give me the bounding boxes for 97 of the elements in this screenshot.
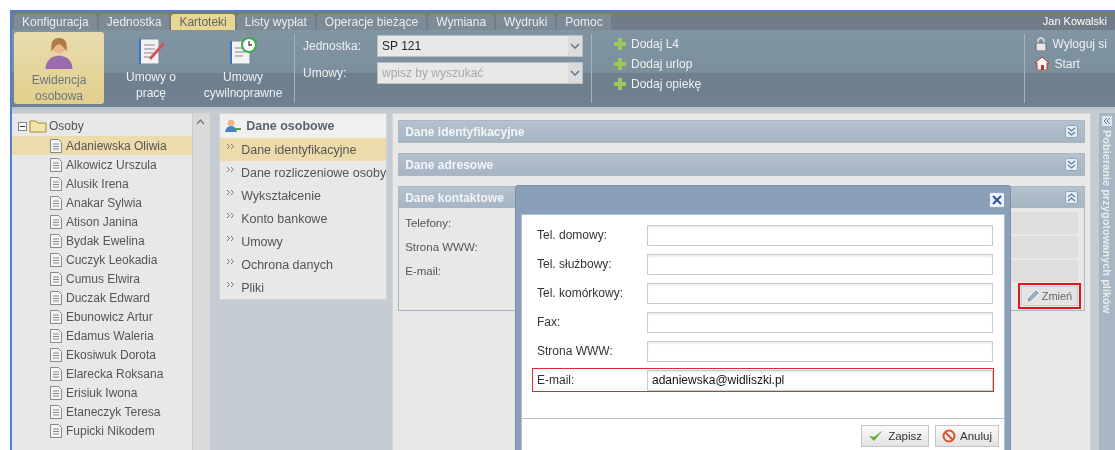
file-icon: [50, 195, 62, 210]
input-field[interactable]: [647, 311, 993, 333]
chevron-icon: [226, 143, 236, 150]
file-icon: [50, 233, 62, 248]
file-icon: [50, 290, 62, 305]
file-icon: [50, 214, 62, 229]
close-button[interactable]: [989, 192, 1005, 208]
field-label: Telefony:: [405, 217, 453, 229]
lock-icon: [1035, 36, 1048, 51]
nav-item[interactable]: Wykształcenie: [220, 184, 387, 207]
tree-item[interactable]: Erisiuk Iwona: [12, 383, 193, 402]
field-label: Strona WWW:: [536, 344, 614, 358]
user-card-icon: [225, 119, 242, 133]
file-icon: [50, 328, 62, 343]
tree-item[interactable]: Etaneczyk Teresa: [12, 402, 193, 421]
field-label: E-mail:: [536, 373, 576, 387]
field-label: Tel. komórkowy:: [536, 286, 625, 300]
nav-item[interactable]: Umowy: [220, 230, 387, 253]
chevron-icon: [226, 189, 236, 196]
plus-icon: [614, 57, 626, 70]
file-icon: [50, 366, 62, 381]
tree-item[interactable]: Ebunowicz Artur: [12, 307, 193, 326]
tree-item[interactable]: Adaniewska Oliwia: [12, 136, 193, 155]
field-label: Strona WWW:: [405, 241, 479, 253]
save-button[interactable]: Zapisz: [861, 425, 930, 447]
input-field[interactable]: SP 121: [378, 36, 568, 56]
field-label: E-mail:: [405, 265, 442, 277]
nav-item[interactable]: Konto bankowe: [220, 207, 387, 230]
tree-item[interactable]: Bydak Ewelina: [12, 231, 193, 250]
edit-button[interactable]: Zmień: [1020, 286, 1079, 306]
plus-icon: [614, 37, 626, 50]
chevron-icon: [226, 281, 236, 288]
chevron-icon: [226, 258, 236, 265]
file-icon: [50, 138, 62, 153]
tree-item[interactable]: Cuczyk Leokadia: [12, 250, 193, 269]
scrollbar[interactable]: [192, 114, 210, 450]
no-entry-icon: [942, 429, 957, 443]
checkmark-icon: [868, 429, 885, 443]
nav-item[interactable]: Dane identyfikacyjne: [220, 138, 387, 161]
action-link[interactable]: Dodaj opiekę: [631, 76, 702, 91]
user-name: Jan Kowalski: [1042, 14, 1108, 27]
file-icon: [50, 347, 62, 362]
tree-item[interactable]: Elarecka Roksana: [12, 364, 193, 383]
chevron-icon: [226, 235, 236, 242]
nav-item[interactable]: Ochrona danych: [220, 253, 387, 276]
pencil-icon: [1026, 290, 1039, 302]
chevron-icon: [226, 166, 235, 173]
field-label: Umowy:: [303, 66, 348, 80]
tree-item[interactable]: Ekosiwuk Dorota: [12, 345, 193, 364]
file-icon: [50, 385, 62, 400]
document-clock-icon: [228, 36, 258, 66]
plus-icon: [614, 77, 626, 90]
tree-item[interactable]: Anakar Sylwia: [12, 193, 193, 212]
file-icon: [50, 404, 62, 419]
ribbon-button[interactable]: Umowy o pracę: [106, 32, 196, 104]
file-icon: [50, 176, 62, 191]
chevron-icon: [226, 212, 236, 219]
nav-item[interactable]: Dane rozliczeniowe osoby: [220, 161, 387, 184]
file-icon: [50, 309, 62, 324]
tree-item[interactable]: Atison Janina: [12, 212, 193, 231]
file-icon: [50, 157, 62, 172]
ribbon-button[interactable]: Umowy cywilnoprawne: [198, 32, 288, 104]
file-icon: [50, 271, 62, 286]
scroll-up-icon: [196, 119, 206, 125]
field-label: Jednostka:: [303, 39, 363, 53]
document-pen-icon: [136, 36, 166, 66]
file-icon: [50, 423, 62, 438]
tree-item[interactable]: Cumus Elwira: [12, 269, 193, 288]
house-icon: [1035, 57, 1050, 70]
tree-item[interactable]: Osoby: [49, 119, 84, 133]
collapse-icon: [1102, 116, 1113, 126]
panel-title: Dane osobowe: [246, 119, 335, 133]
dropdown-icon: [568, 36, 582, 56]
menu-tab[interactable]: Kartoteki: [171, 14, 235, 30]
ribbon-button[interactable]: Ewidencja osobowa: [14, 32, 104, 104]
tree-item[interactable]: Fupicki Nikodem: [12, 421, 193, 440]
field-label: Fax:: [536, 315, 562, 329]
dropdown-icon: [568, 63, 582, 83]
input-field[interactable]: [647, 253, 993, 275]
field-label: Tel. domowy:: [536, 228, 609, 242]
folder-icon: [29, 119, 47, 133]
input-field[interactable]: adaniewska@widliszki.pl: [647, 369, 993, 391]
nav-item[interactable]: Pliki: [220, 276, 387, 299]
tree-item[interactable]: Edamus Waleria: [12, 326, 193, 345]
input-field[interactable]: [647, 224, 993, 246]
input-field[interactable]: [647, 340, 993, 362]
tree-item[interactable]: Duczak Edward: [12, 288, 193, 307]
close-icon: [991, 194, 1003, 206]
tree-item[interactable]: Alusik Irena: [12, 174, 193, 193]
cancel-button[interactable]: Anuluj: [935, 425, 999, 447]
input-field[interactable]: wpisz by wyszukać: [378, 63, 568, 83]
file-icon: [50, 252, 62, 267]
select-field[interactable]: SP 121: [377, 35, 583, 57]
field-label: Tel. służbowy:: [536, 257, 613, 271]
search-field[interactable]: wpisz by wyszukać: [377, 62, 583, 84]
input-field[interactable]: [647, 282, 993, 304]
tree-item[interactable]: Alkowicz Urszula: [12, 155, 193, 174]
